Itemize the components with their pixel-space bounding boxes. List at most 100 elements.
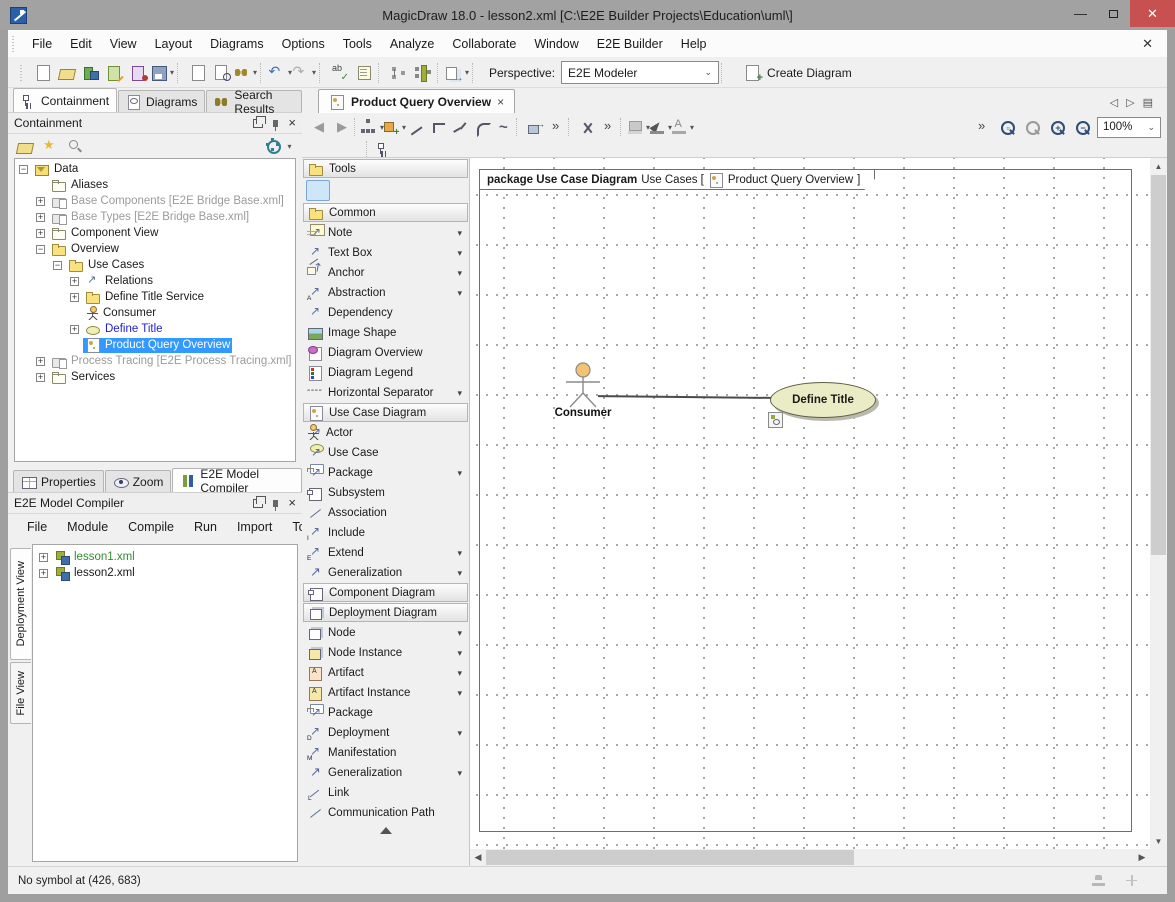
palette-item[interactable]: Link ▾ [303,783,468,803]
save[interactable]: ▾ [151,61,175,85]
tab-list-icon[interactable]: ▤ [1143,96,1153,109]
palette-item[interactable]: Image Shape ▾ [303,323,468,343]
find[interactable]: ▾ [234,61,258,85]
overflow[interactable]: ▾ [598,116,620,138]
palette-item[interactable]: Diagram Overview ▾ [303,343,468,363]
dropdown-arrow-icon[interactable]: ▾ [285,142,294,151]
attached-diagram-icon[interactable] [768,412,783,428]
close-button[interactable]: ✕ [1130,0,1175,27]
maximize-button[interactable] [1097,0,1130,27]
tree-expander-icon[interactable]: + [36,229,45,238]
import-project[interactable]: ▾ [127,61,151,85]
autosize[interactable]: ▾ [524,116,546,138]
dropdown-arrow-icon[interactable]: ▾ [457,768,462,779]
compiler-menu-item[interactable]: Module [58,514,117,540]
actor-figure[interactable] [557,361,609,412]
diagram-frame-header[interactable]: package Use Case Diagram Use Cases [ Pro… [479,169,875,190]
palette-header-usecase-diagram[interactable]: Use Case Diagram [303,403,468,422]
dropdown-arrow-icon[interactable]: ▾ [457,268,462,279]
dropdown-arrow-icon[interactable]: ▾ [168,68,177,77]
forward[interactable]: ▾ [332,116,354,138]
palette-item[interactable]: Artifact ▾ [303,663,468,683]
menu-item[interactable]: Collaborate [443,30,525,57]
close-icon[interactable]: × [288,118,296,128]
menu-item[interactable]: Layout [146,30,202,57]
palette-item[interactable]: Generalization ▾ [303,763,468,783]
new-project[interactable]: ▾ [79,61,103,85]
dropdown-arrow-icon[interactable]: ▾ [457,548,462,559]
redo[interactable]: ▾ [293,61,317,85]
dropdown-arrow-icon[interactable]: ▾ [310,68,319,77]
pin-icon[interactable] [273,120,278,127]
perspective-select[interactable]: E2E Modeler ⌄ [561,61,719,84]
path-rect[interactable]: ▾ [428,116,450,138]
palette-item[interactable]: Diagram Legend ▾ [303,363,468,383]
horizontal-scrollbar[interactable]: ◀ ▶ [470,849,1150,866]
menu-item[interactable]: Window [525,30,587,57]
menu-item[interactable]: E2E Builder [588,30,672,57]
toolbar-grip[interactable] [20,65,25,81]
favorites-star-icon[interactable] [42,139,58,153]
toolbar-button[interactable]: ▾ [437,63,444,83]
toolbar-button[interactable]: ▾ [472,63,479,83]
palette-header-tools[interactable]: Tools [303,159,468,178]
overflow[interactable]: ▾ [546,116,568,138]
menu-item[interactable]: Options [273,30,334,57]
zoom-out-icon[interactable] [1072,116,1094,138]
palette-header-deployment-diagram[interactable]: Deployment Diagram [303,603,468,622]
dropdown-arrow-icon[interactable]: ▾ [457,388,462,399]
float-icon[interactable] [253,119,263,128]
palette-item[interactable]: Manifestation ▾ [303,743,468,763]
tree-item[interactable]: Consumer [15,305,295,321]
next-tab-icon[interactable]: ▷ [1126,96,1134,109]
tree-item[interactable]: − Data [15,161,295,177]
palette-item[interactable]: Association ▾ [303,503,468,523]
bottom-panel-tab[interactable]: Properties [13,470,104,492]
scroll-down-icon[interactable]: ▼ [1150,833,1167,849]
prev-tab-icon[interactable]: ◁ [1110,96,1118,109]
palette-header-common[interactable]: Common [303,203,468,222]
palette-item[interactable]: Subsystem ▾ [303,483,468,503]
back[interactable]: ▾ [310,116,332,138]
toolbar-button[interactable]: ▾ [378,63,385,83]
tree-expander-icon[interactable]: + [36,373,45,382]
dropdown-arrow-icon[interactable]: ▾ [457,568,462,579]
toolbar-button[interactable]: ▾ [319,63,326,83]
dropdown-arrow-icon[interactable]: ▾ [457,288,462,299]
horizontal-scroll-thumb[interactable] [486,850,854,865]
model-transform[interactable]: ▾ [446,61,470,85]
path-curved[interactable]: ▾ [472,116,494,138]
palette-item[interactable]: Package ▾ [303,463,468,483]
add-element[interactable]: ▾ [384,116,406,138]
palette-item[interactable]: Communication Path ▾ [303,803,468,823]
left-panel-tab[interactable]: Containment [13,88,117,112]
close-icon[interactable]: × [497,95,504,109]
compiler-file-item[interactable]: + lesson1.xml [33,549,297,565]
deployment-view-tab[interactable]: Deployment View [10,548,31,660]
diagram-tab[interactable]: Product Query Overview × [318,89,515,113]
tree-expander-icon[interactable]: + [70,293,79,302]
align-tool[interactable] [410,180,434,201]
tree-expander-icon[interactable]: + [36,197,45,206]
menu-item[interactable]: File [23,30,61,57]
distribute-tool[interactable] [384,180,408,201]
tree-item[interactable]: Product Query Overview [15,337,295,353]
selection-tool[interactable] [306,180,330,201]
path-straight[interactable]: ▾ [406,116,428,138]
overflow-icon[interactable] [972,116,994,138]
dropdown-arrow-icon[interactable]: ▾ [457,228,462,239]
print[interactable]: ▾ [186,61,210,85]
dropdown-arrow-icon[interactable]: ▾ [457,468,462,479]
tree-item[interactable]: + Process Tracing [E2E Process Tracing.x… [15,353,295,369]
toolbar-button[interactable]: ▾ [260,63,267,83]
dropdown-arrow-icon[interactable]: ▾ [457,688,462,699]
zoom-in-icon[interactable] [1047,116,1069,138]
dropdown-arrow-icon[interactable]: ▾ [457,628,462,639]
tree-expander-icon[interactable]: + [36,213,45,222]
palette-item[interactable]: Use Case ▾ [303,443,468,463]
palette-item[interactable]: Horizontal Separator ▾ [303,383,468,403]
palette-item[interactable]: Artifact Instance ▾ [303,683,468,703]
edit-project[interactable]: ▾ [103,61,127,85]
menu-item[interactable]: Help [672,30,716,57]
dropdown-arrow-icon[interactable]: ▾ [463,68,472,77]
